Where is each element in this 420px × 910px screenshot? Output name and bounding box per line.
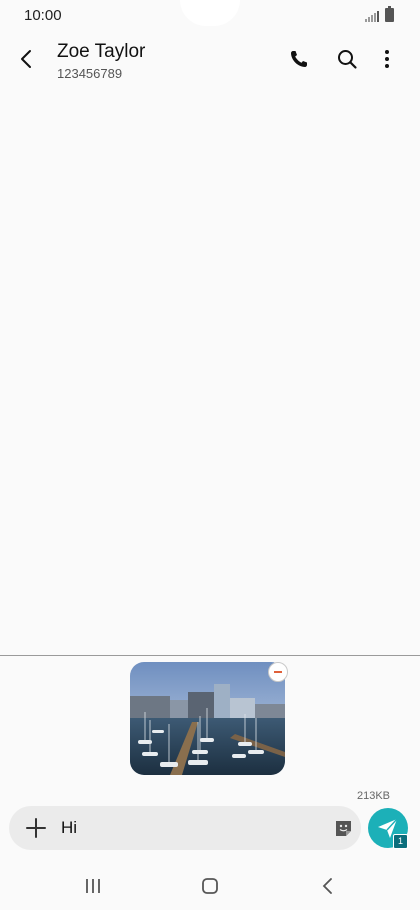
system-nav-bar <box>0 862 420 910</box>
harbour-photo <box>130 662 285 775</box>
search-button[interactable] <box>334 46 360 72</box>
battery-icon <box>385 6 394 22</box>
add-attachment-button[interactable] <box>25 817 47 839</box>
sticker-button[interactable] <box>333 818 354 839</box>
phone-icon <box>291 51 307 67</box>
plus-icon <box>26 818 46 838</box>
attachment-photo-preview[interactable] <box>130 662 285 775</box>
nav-back-icon <box>322 878 332 894</box>
contact-name[interactable]: Zoe Taylor <box>57 41 145 63</box>
nav-back-button[interactable] <box>316 874 340 898</box>
message-list[interactable] <box>0 92 420 655</box>
sticker-icon <box>336 821 351 836</box>
conversation-header: Zoe Taylor 123456789 <box>0 32 420 92</box>
signal-icon <box>365 10 379 22</box>
more-options-button[interactable] <box>374 46 400 72</box>
message-input[interactable] <box>61 814 311 842</box>
status-bar: 10:00 <box>0 0 420 32</box>
recent-apps-icon <box>86 879 100 893</box>
status-icons <box>365 6 394 22</box>
message-composer <box>9 806 361 850</box>
attachment-size: 213KB <box>356 790 390 802</box>
call-button[interactable] <box>286 46 312 72</box>
home-icon <box>202 878 218 894</box>
back-button[interactable] <box>14 46 40 72</box>
home-button[interactable] <box>198 874 222 898</box>
back-arrow-icon <box>21 50 31 68</box>
camera-notch <box>180 0 240 26</box>
composer-divider <box>0 655 420 656</box>
status-time: 10:00 <box>24 7 62 24</box>
recent-apps-button[interactable] <box>81 874 105 898</box>
recipient-count-badge: 1 <box>393 834 408 849</box>
more-options-icon <box>385 50 389 68</box>
remove-attachment-button[interactable] <box>268 662 288 682</box>
search-icon <box>338 50 357 69</box>
contact-number: 123456789 <box>57 66 123 81</box>
